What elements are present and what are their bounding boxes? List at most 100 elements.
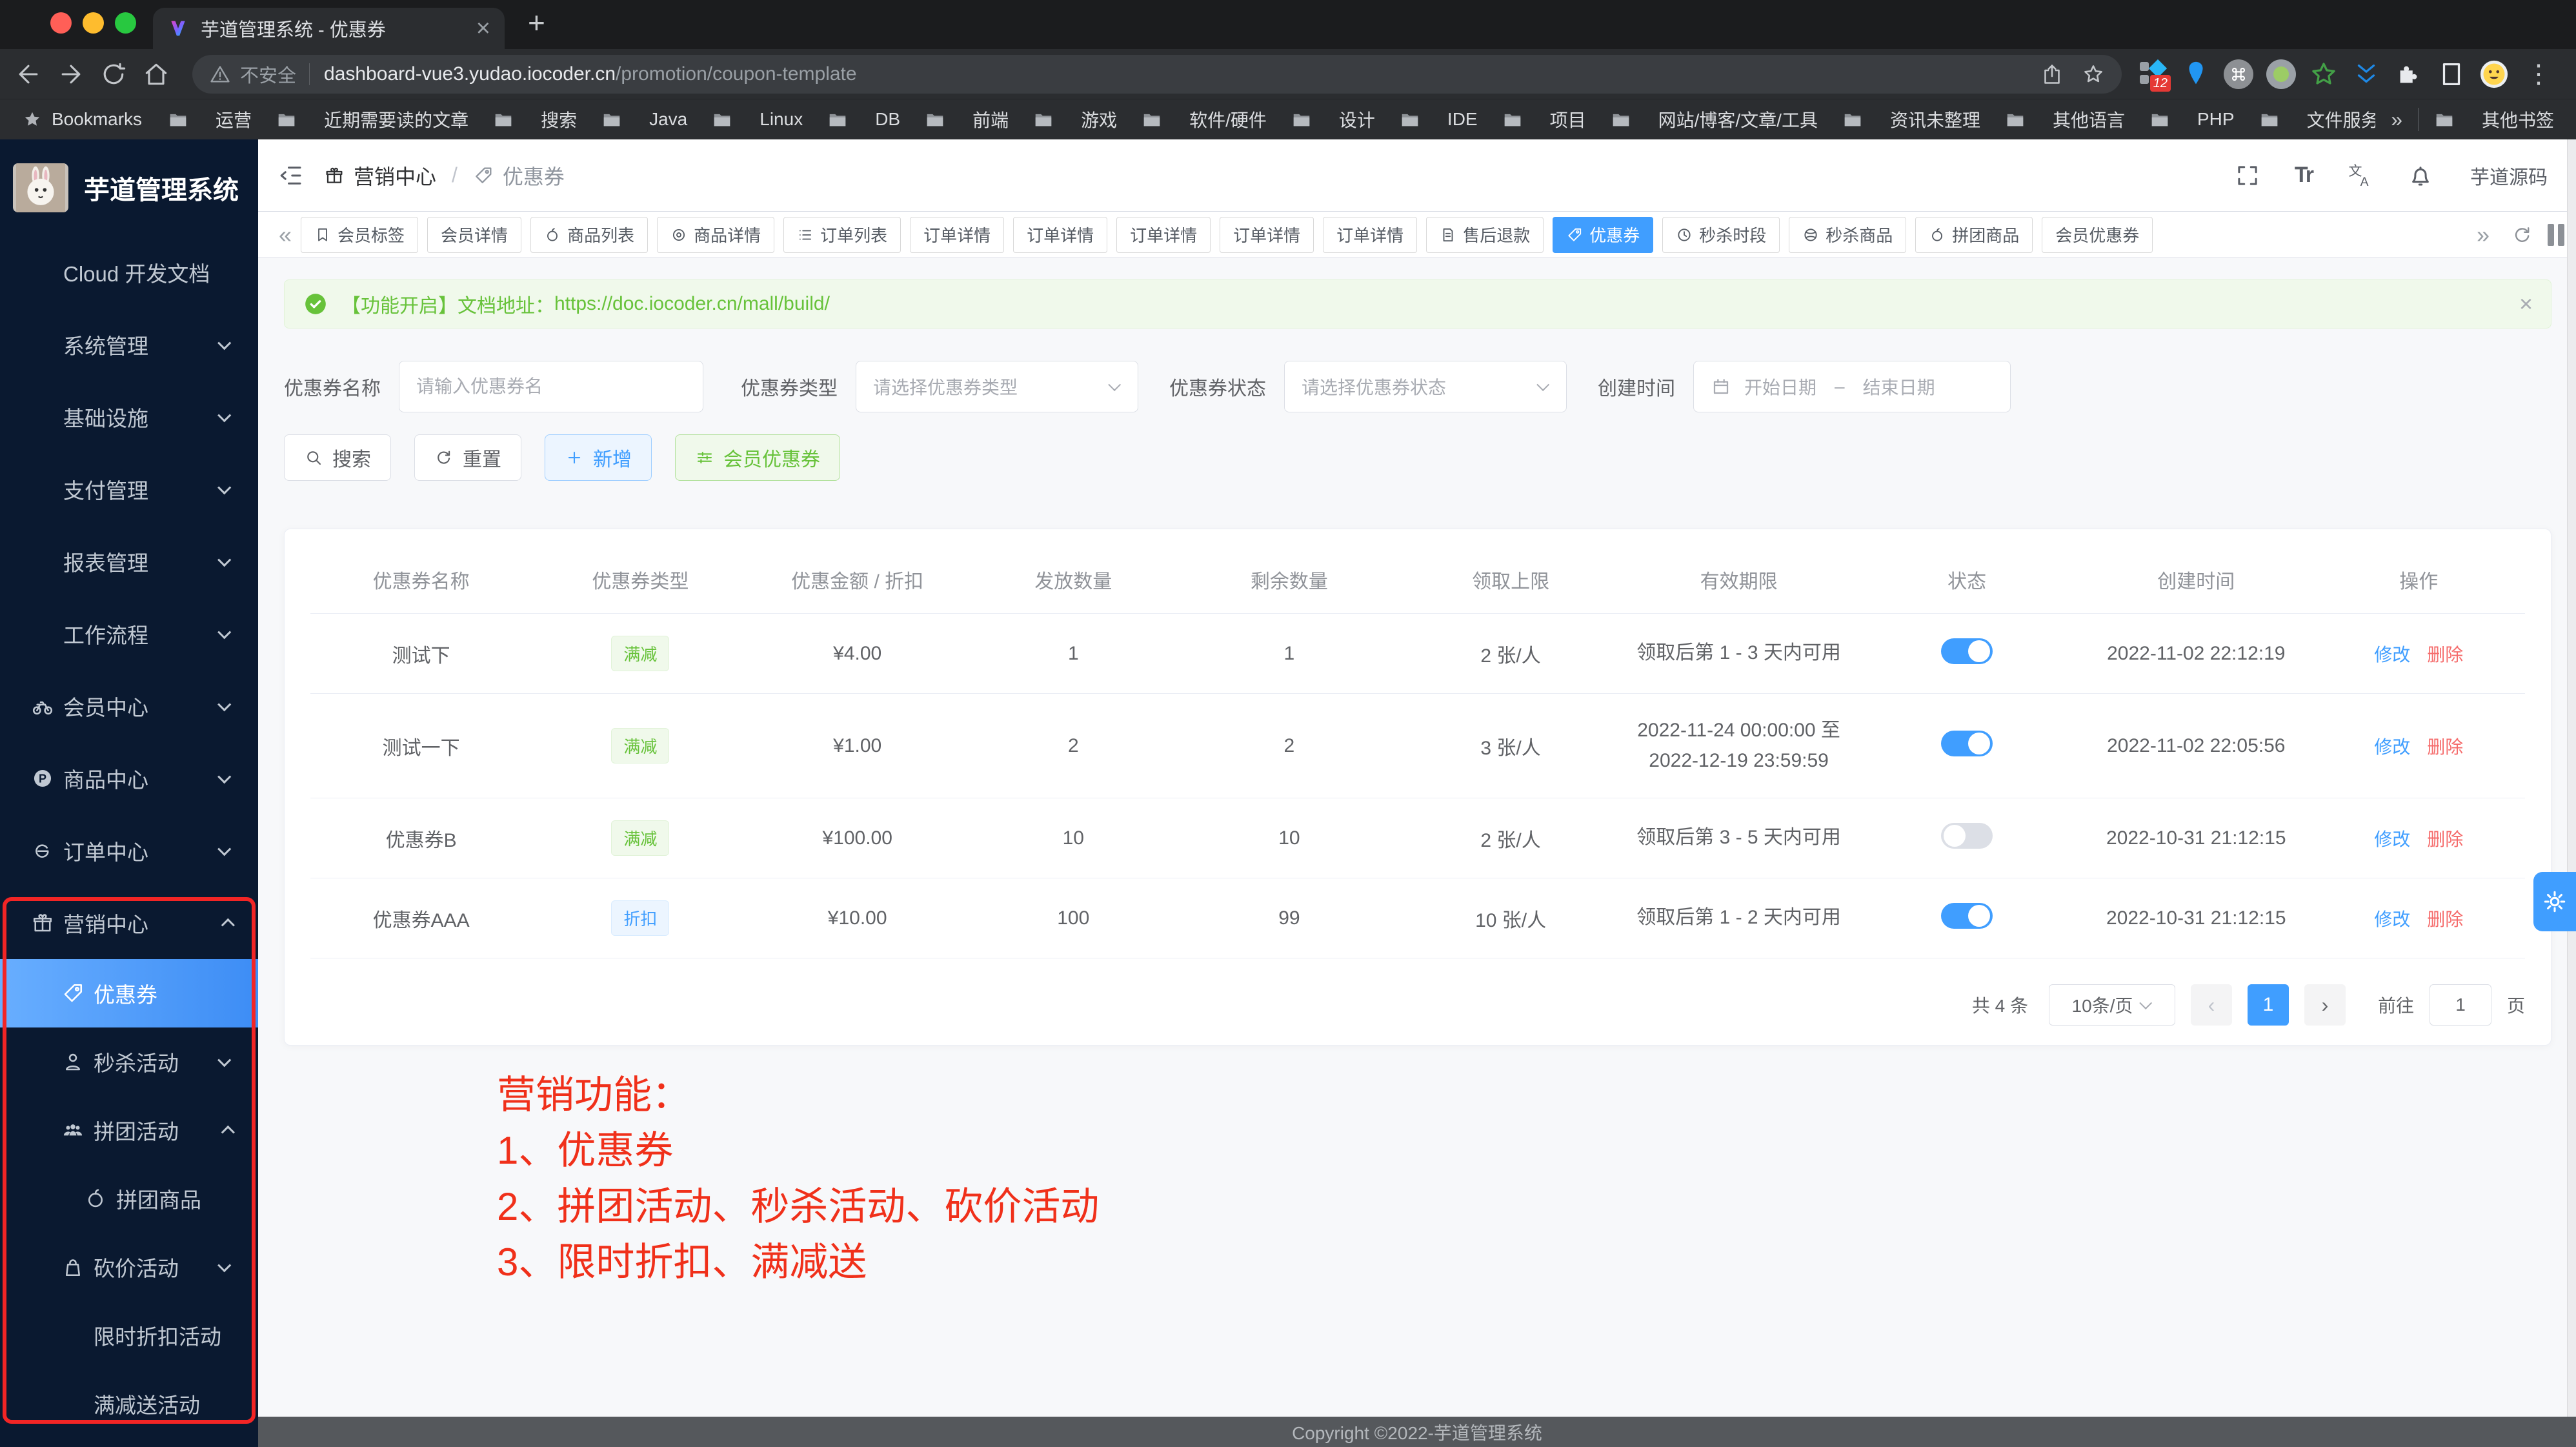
- sidebar-item[interactable]: 系统管理: [0, 309, 258, 381]
- view-tab[interactable]: 订单详情: [1116, 217, 1211, 253]
- close-window-button[interactable]: [50, 12, 72, 34]
- bookmark-item[interactable]: 资讯未整理: [1842, 106, 1980, 132]
- delete-link[interactable]: 删除: [2427, 829, 2463, 849]
- home-icon[interactable]: [142, 60, 170, 88]
- bookmark-item[interactable]: DB: [827, 109, 900, 130]
- window-controls[interactable]: [50, 12, 136, 34]
- bookmark-item[interactable]: 近期需要读的文章: [276, 106, 468, 132]
- tabs-scroll-right-icon[interactable]: »: [2477, 221, 2490, 248]
- bookmark-item[interactable]: 设计: [1291, 106, 1375, 132]
- settings-fab[interactable]: [2533, 872, 2576, 931]
- address-bar[interactable]: 不安全 dashboard-vue3.yudao.iocoder.cn/prom…: [192, 55, 2122, 94]
- sidebar-item[interactable]: 报表管理: [0, 525, 258, 598]
- edit-link[interactable]: 修改: [2374, 645, 2410, 665]
- sidebar-item[interactable]: 满减送活动: [0, 1370, 258, 1438]
- status-toggle[interactable]: [1941, 823, 1993, 849]
- bookmark-item[interactable]: Java: [601, 109, 687, 130]
- view-tab[interactable]: 会员标签: [301, 217, 418, 253]
- delete-link[interactable]: 删除: [2427, 737, 2463, 757]
- view-tab[interactable]: 秒杀时段: [1662, 217, 1780, 253]
- breadcrumb-marketing[interactable]: 营销中心: [354, 161, 436, 190]
- sidebar-item[interactable]: 拼团商品: [0, 1164, 258, 1233]
- current-page[interactable]: 1: [2248, 984, 2289, 1026]
- coupon-name-input[interactable]: [399, 361, 703, 412]
- view-tab[interactable]: 会员详情: [427, 217, 521, 253]
- view-tab[interactable]: 订单列表: [783, 217, 901, 253]
- reset-button[interactable]: 重置: [414, 434, 521, 481]
- bookmarks-star-icon[interactable]: [22, 109, 43, 130]
- page-size-select[interactable]: 10条/页: [2049, 984, 2175, 1026]
- sidebar-item[interactable]: 拼团活动: [0, 1096, 258, 1164]
- view-tab[interactable]: 订单详情: [1323, 217, 1417, 253]
- other-bookmarks[interactable]: 其他书签: [2434, 106, 2554, 132]
- extension-icon-chevrons[interactable]: [2351, 59, 2381, 89]
- extension-icon-command[interactable]: [2224, 59, 2253, 89]
- view-tab[interactable]: 会员优惠券: [2042, 217, 2153, 253]
- add-button[interactable]: 新增: [545, 434, 652, 481]
- sidebar-item[interactable]: 会员中心: [0, 670, 258, 742]
- bookmark-item[interactable]: Linux: [712, 109, 803, 130]
- bookmark-item[interactable]: 运营: [168, 106, 252, 132]
- view-tab[interactable]: 商品详情: [657, 217, 774, 253]
- banner-close-icon[interactable]: ×: [2519, 290, 2533, 318]
- sidebar-item[interactable]: 秒杀活动: [0, 1027, 258, 1096]
- sidebar-item[interactable]: 订单中心: [0, 815, 258, 887]
- tab-close-icon[interactable]: ×: [476, 16, 490, 41]
- status-toggle[interactable]: [1941, 731, 1993, 756]
- banner-link[interactable]: https://doc.iocoder.cn/mall/build/: [554, 293, 830, 315]
- scrollbar-track[interactable]: [2567, 139, 2576, 1447]
- delete-link[interactable]: 删除: [2427, 645, 2463, 665]
- edit-link[interactable]: 修改: [2374, 737, 2410, 757]
- zoom-window-button[interactable]: [115, 12, 136, 34]
- bookmark-item[interactable]: 前端: [925, 106, 1009, 132]
- bookmark-item[interactable]: 其他语言: [2005, 106, 2125, 132]
- minimize-window-button[interactable]: [83, 12, 104, 34]
- bookmarks-overflow-icon[interactable]: »: [2391, 108, 2402, 132]
- search-button[interactable]: 搜索: [284, 434, 391, 481]
- status-toggle[interactable]: [1941, 638, 1993, 664]
- member-coupon-button[interactable]: 会员优惠券: [675, 434, 840, 481]
- extension-icon-pin[interactable]: [2181, 59, 2211, 89]
- extension-icon-star[interactable]: [2309, 59, 2339, 89]
- collapse-sidebar-icon[interactable]: [277, 162, 305, 189]
- tabs-scroll-left-icon[interactable]: «: [279, 221, 292, 248]
- goto-page-input[interactable]: [2430, 984, 2491, 1026]
- view-tab[interactable]: 秒杀商品: [1789, 217, 1906, 253]
- sidebar-item[interactable]: 砍价活动: [0, 1233, 258, 1301]
- next-page-button[interactable]: ›: [2304, 984, 2346, 1026]
- reload-icon[interactable]: [99, 60, 128, 88]
- sidebar-item[interactable]: Cloud 开发文档: [0, 236, 258, 309]
- view-tab[interactable]: 订单详情: [1220, 217, 1314, 253]
- profile-avatar[interactable]: [2479, 59, 2509, 89]
- bookmark-item[interactable]: PHP: [2149, 109, 2235, 130]
- bookmark-item[interactable]: 搜索: [493, 106, 577, 132]
- sidebar-item[interactable]: 商品中心: [0, 742, 258, 815]
- edit-link[interactable]: 修改: [2374, 909, 2410, 929]
- view-tab[interactable]: 售后退款: [1426, 217, 1544, 253]
- sidebar-item[interactable]: 限时折扣活动: [0, 1301, 258, 1370]
- new-tab-button[interactable]: +: [528, 8, 545, 37]
- coupon-status-select[interactable]: 请选择优惠券状态: [1284, 361, 1567, 412]
- sidebar-item[interactable]: 工作流程: [0, 598, 258, 670]
- browser-menu-icon[interactable]: ⋮: [2526, 61, 2551, 87]
- edit-link[interactable]: 修改: [2374, 829, 2410, 849]
- delete-link[interactable]: 删除: [2427, 909, 2463, 929]
- browser-tab[interactable]: 芋道管理系统 - 优惠券 ×: [153, 8, 505, 49]
- extension-icon-tabs[interactable]: 12: [2138, 59, 2168, 89]
- extension-icon-record[interactable]: [2266, 59, 2296, 89]
- forward-icon[interactable]: [57, 60, 85, 88]
- extension-icon-sidebar[interactable]: [2437, 59, 2466, 89]
- view-tab[interactable]: 订单详情: [910, 217, 1004, 253]
- translate-icon[interactable]: [2346, 162, 2373, 189]
- sidebar-item[interactable]: 营销中心: [0, 887, 258, 959]
- extensions-puzzle-icon[interactable]: [2394, 59, 2424, 89]
- date-range-picker[interactable]: 开始日期 – 结束日期: [1693, 361, 2011, 412]
- view-tab[interactable]: 订单详情: [1013, 217, 1107, 253]
- notification-bell-icon[interactable]: [2407, 162, 2434, 189]
- prev-page-button[interactable]: ‹: [2191, 984, 2232, 1026]
- back-icon[interactable]: [14, 60, 43, 88]
- view-tab[interactable]: 商品列表: [530, 217, 648, 253]
- sidebar-item[interactable]: 优惠券: [0, 959, 258, 1027]
- bookmark-item[interactable]: 游戏: [1033, 106, 1117, 132]
- share-icon[interactable]: [2040, 63, 2064, 86]
